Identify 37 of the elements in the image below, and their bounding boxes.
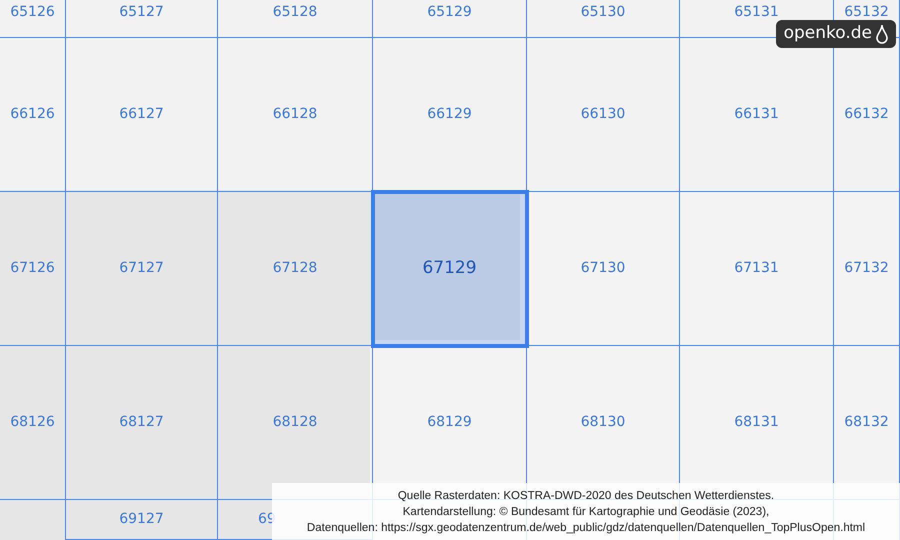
highlighted-grid-cell[interactable]: 67129 <box>373 192 527 346</box>
grid-label: 68126 <box>10 413 55 432</box>
grid-label: 68129 <box>427 413 472 432</box>
grid-label: 69127 <box>119 510 164 529</box>
attribution-text: Quelle Rasterdaten: KOSTRA-DWD-2020 des Deutschen Wetterdienstes. <box>398 488 774 504</box>
grid-label: 67127 <box>119 259 164 278</box>
grid-label: 67130 <box>580 259 626 278</box>
grid-label: 65127 <box>119 3 164 22</box>
grid-label: 66130 <box>580 105 626 124</box>
grid-label: 66129 <box>427 105 472 124</box>
grid-label: 66132 <box>844 105 889 124</box>
grid-label: 68128 <box>272 413 318 432</box>
grid-label: 68132 <box>844 413 889 432</box>
grid-label: 67126 <box>10 259 55 278</box>
grid-label: 65129 <box>427 3 472 22</box>
drop-icon <box>876 24 888 44</box>
grid-label: 66127 <box>119 105 164 124</box>
grid-label: 67129 <box>422 256 477 280</box>
grid-label: 67128 <box>272 259 318 278</box>
grid-label: 67131 <box>734 259 779 278</box>
attribution-text: Kartendarstellung: © Bundesamt für Kartographie und Geodäsie (2023), <box>402 504 770 520</box>
grid-label: 68130 <box>580 413 626 432</box>
logo-badge[interactable]: openko.de <box>776 20 896 48</box>
attribution-text: Datenquellen: https://sgx.geodatenzentrum.de/web_public/gdz/datenquellen/Datenquellen_TopPlusOpen.html <box>306 520 866 536</box>
grid-label: 69 <box>258 510 276 529</box>
grid-label: 65132 <box>844 3 889 22</box>
grid-label: 68131 <box>734 413 779 432</box>
grid-label: 66128 <box>272 105 318 124</box>
grid-label: 65130 <box>580 3 626 22</box>
grid-label: 67132 <box>844 259 889 278</box>
grid-label: 68127 <box>119 413 164 432</box>
grid-label: 65131 <box>734 3 779 22</box>
grid-label: 66131 <box>734 105 779 124</box>
grid-label: 65126 <box>10 3 55 22</box>
grid-label: 65128 <box>272 3 318 22</box>
logo-text: openko.de <box>784 22 872 45</box>
grid-label: 66126 <box>10 105 55 124</box>
